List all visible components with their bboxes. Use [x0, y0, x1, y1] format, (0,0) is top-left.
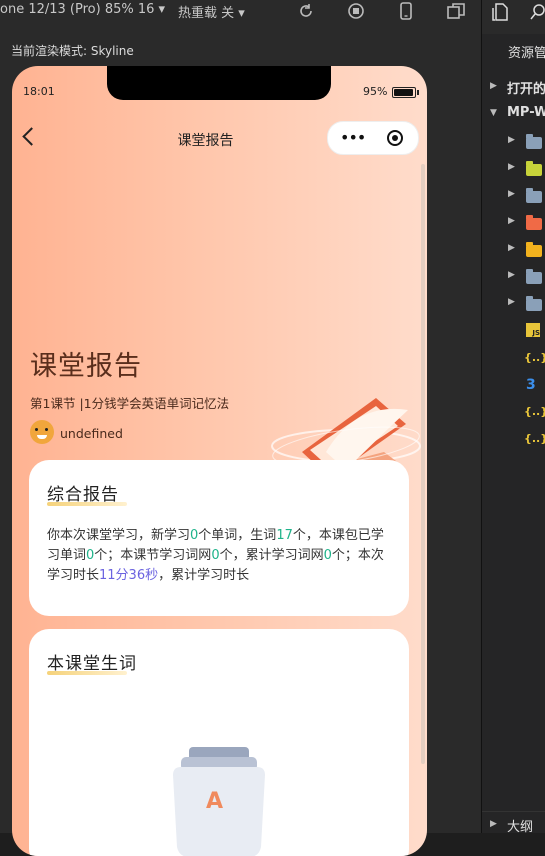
tree-item[interactable]: ▶	[482, 128, 545, 154]
tree-item[interactable]: ▶	[482, 263, 545, 289]
folder-icon	[526, 188, 542, 203]
json-file-icon: {..}	[524, 432, 545, 445]
user-name: undefined	[60, 426, 123, 441]
open-editors-label: 打开的	[507, 82, 545, 97]
search-icon[interactable]	[530, 3, 545, 21]
activity-bar	[482, 0, 545, 34]
tree-item[interactable]: ▶	[482, 236, 545, 262]
tree-item[interactable]: ▶	[482, 155, 545, 181]
battery-icon	[392, 87, 419, 98]
summary-report-card: 综合报告 你本次课堂学习，新学习0个单词，生词17个，本课包已学习单词0个；本课…	[29, 460, 409, 616]
tree-item[interactable]: ▶	[482, 182, 545, 208]
summary-report-title: 综合报告	[47, 480, 127, 506]
tree-file[interactable]: {..}	[482, 400, 545, 426]
folder-icon	[526, 242, 542, 257]
render-mode-bar: 当前渲染模式: Skyline	[0, 34, 482, 64]
empty-letter: A	[206, 789, 224, 814]
project-section[interactable]: ▼ MP-W	[482, 101, 545, 127]
phone-preview-icon[interactable]	[397, 2, 415, 20]
tree-file[interactable]: {..}	[482, 427, 545, 453]
tree-file[interactable]: JS	[482, 320, 545, 346]
page-title: 课堂报告	[30, 351, 142, 382]
explorer-title: 资源管	[508, 46, 545, 61]
stop-icon[interactable]	[347, 2, 365, 20]
ide-toolbar: one 12/13 (Pro) 85% 16 ▾ 热重载 关 ▾	[0, 0, 482, 34]
title-underline	[47, 502, 127, 506]
folder-icon	[526, 296, 542, 311]
outline-section[interactable]: ▶ 大纲	[482, 811, 545, 833]
chevron-right-icon: ▶	[490, 819, 497, 829]
report-text-7: ，累计学习时长	[158, 568, 250, 583]
json-file-icon: {..}	[524, 351, 545, 364]
report-text-1: 你本次课堂学习，新学习	[47, 528, 191, 543]
hot-reload-select[interactable]: 热重载 关 ▾	[178, 2, 245, 21]
open-editors-section[interactable]: ▶ 打开的	[482, 74, 545, 100]
refresh-icon[interactable]	[297, 2, 315, 20]
chevron-down-icon: ▼	[490, 108, 497, 118]
hot-reload-label: 热重载 关	[178, 6, 235, 21]
tree-file[interactable]: 3	[482, 373, 545, 399]
tree-item[interactable]: ▶	[482, 290, 545, 316]
project-label: MP-W	[507, 105, 545, 120]
explorer-header: 资源管	[482, 38, 545, 64]
vocab-card: 本课堂生词 A	[29, 629, 409, 856]
css-file-icon: 3	[526, 377, 536, 393]
folder-icon	[526, 134, 542, 149]
device-select-label: one 12/13 (Pro) 85% 16	[0, 2, 155, 17]
folder-icon	[526, 215, 542, 230]
folder-icon	[526, 161, 542, 176]
report-text-2: 个单词，生词	[198, 528, 277, 543]
phone-notch	[107, 66, 331, 100]
phone-simulator: 18:01 95% 课堂报告 ••• 课堂报告 第1课节 |1分钱学会英语单词记…	[12, 66, 427, 856]
lesson-nets-count: 0	[211, 548, 220, 563]
tree-item[interactable]: ▶	[482, 209, 545, 235]
json-file-icon: {..}	[524, 405, 545, 418]
lesson-subtitle: 第1课节 |1分钱学会英语单词记忆法	[30, 393, 229, 412]
vocab-card-title: 本课堂生词	[47, 649, 137, 675]
js-file-icon: JS	[526, 323, 540, 337]
files-icon[interactable]	[492, 3, 508, 21]
record-icon[interactable]	[387, 130, 403, 146]
study-duration: 11分36秒	[99, 568, 159, 583]
status-battery-text: 95%	[363, 85, 388, 98]
render-mode-label: 当前渲染模式: Skyline	[11, 44, 134, 58]
new-window-icon[interactable]	[447, 2, 465, 20]
status-time: 18:01	[23, 85, 55, 98]
title-underline	[47, 671, 127, 675]
explorer-panel: 资源管 ▶ 打开的 ▼ MP-W ▶ ▶ ▶ ▶ ▶ ▶ ▶ JS {..} 3…	[482, 0, 545, 833]
chevron-right-icon: ▶	[490, 81, 497, 91]
report-text-5: 个，累计学习词网	[219, 548, 324, 563]
tree-file[interactable]: {..}	[482, 346, 545, 372]
folder-icon	[526, 269, 542, 284]
outline-label: 大纲	[507, 820, 534, 833]
total-nets-count: 0	[323, 548, 332, 563]
lesson-number: 第1课节	[30, 396, 76, 411]
menu-capsule: •••	[327, 121, 419, 155]
summary-report-text: 你本次课堂学习，新学习0个单词，生词17个，本课包已学习单词0个；本课节学习词网…	[47, 526, 395, 586]
more-icon[interactable]: •••	[340, 128, 366, 147]
lesson-name: 1分钱学会英语单词记忆法	[83, 396, 230, 411]
device-select[interactable]: one 12/13 (Pro) 85% 16 ▾	[0, 2, 165, 17]
unknown-words-count: 17	[276, 528, 293, 543]
report-text-4: 个；本课节学习词网	[94, 548, 212, 563]
avatar	[30, 420, 54, 444]
